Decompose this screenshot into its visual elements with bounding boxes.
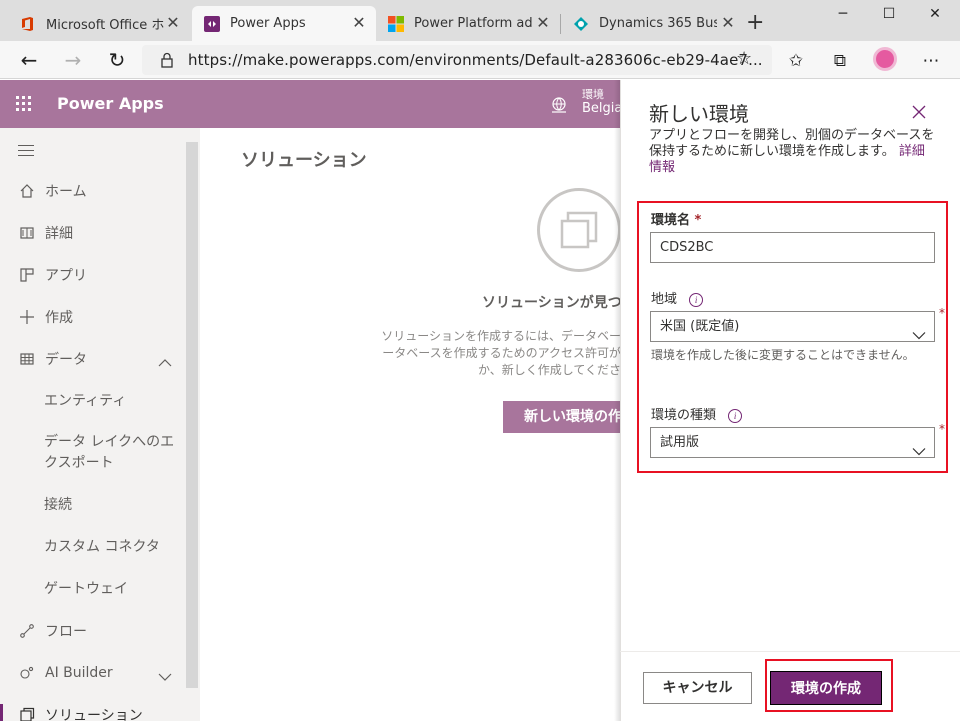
plus-icon: [18, 308, 36, 326]
environment-label: 環境: [582, 88, 604, 101]
solutions-icon: [18, 706, 36, 721]
refresh-icon[interactable]: ↻: [106, 49, 128, 71]
region-label: 地域 i: [651, 288, 704, 307]
create-environment-button[interactable]: 環境の作成: [770, 671, 882, 705]
required-mark: *: [694, 213, 702, 228]
required-mark: *: [939, 306, 945, 320]
waffle-icon[interactable]: [16, 96, 32, 112]
browser-tab-admin[interactable]: Power Platform admin ✕: [376, 6, 560, 41]
browser-toolbar: ← → ↻ https://make.powerapps.com/environ…: [0, 41, 960, 79]
hamburger-icon[interactable]: [18, 145, 34, 160]
close-icon[interactable]: [911, 104, 927, 120]
close-icon[interactable]: ✕: [719, 14, 737, 32]
panel-footer-divider: [620, 651, 960, 652]
chevron-down-icon: [912, 438, 926, 467]
env-name-input[interactable]: CDS2BC: [650, 232, 935, 263]
sidebar-item-data-lake-export[interactable]: データ レイクへのエ クスポート: [44, 432, 174, 474]
sidebar-item-connections[interactable]: 接続: [44, 495, 72, 516]
panel-title: 新しい環境: [649, 102, 749, 126]
new-environment-button[interactable]: 新しい環境の作: [503, 401, 621, 433]
sidebar-item-entities[interactable]: エンティティ: [44, 391, 126, 412]
new-tab-button[interactable]: +: [746, 12, 764, 34]
table-icon: [18, 350, 36, 368]
sidebar-item-flows[interactable]: フロー: [0, 610, 186, 652]
dynamics-icon: [573, 16, 589, 32]
info-icon[interactable]: i: [689, 292, 704, 307]
apps-icon: [18, 266, 36, 284]
empty-state-heading: ソリューションが見つ: [482, 295, 622, 311]
book-icon: [18, 224, 36, 242]
star-icon[interactable]: ☆: [736, 48, 752, 69]
minimize-button[interactable]: ─: [820, 6, 866, 26]
chevron-down-icon[interactable]: [158, 667, 172, 686]
back-arrow-icon[interactable]: ←: [18, 49, 40, 71]
region-hint: 環境を作成した後に変更することはできません。: [651, 348, 915, 362]
cancel-button[interactable]: キャンセル: [643, 672, 752, 704]
chevron-up-icon[interactable]: [158, 353, 172, 372]
home-icon: [18, 182, 36, 200]
close-icon[interactable]: ✕: [164, 14, 182, 32]
globe-icon: [550, 96, 568, 118]
lock-icon: [160, 52, 174, 72]
more-icon[interactable]: ⋯: [920, 50, 942, 72]
env-name-label: 環境名 *: [651, 213, 702, 228]
favorites-icon[interactable]: ✩: [785, 50, 807, 72]
empty-state-text: ソリューションを作成するには、データベー ータベースを作成するためのアクセス許可…: [381, 329, 621, 377]
browser-tab-powerapps[interactable]: Power Apps ✕: [192, 6, 376, 41]
window-close-button[interactable]: ✕: [912, 6, 958, 26]
region-dropdown[interactable]: 米国 (既定値): [650, 311, 935, 342]
sidebar-item-gateways[interactable]: ゲートウェイ: [44, 579, 128, 600]
info-icon[interactable]: i: [728, 408, 743, 423]
close-icon[interactable]: ✕: [534, 14, 552, 32]
sidebar-item-home[interactable]: ホーム: [0, 170, 186, 212]
app-name[interactable]: Power Apps: [57, 94, 164, 113]
browser-tab-strip: Microsoft Office ホーム ✕ Power Apps ✕ Powe…: [0, 0, 960, 41]
sidebar-item-learn[interactable]: 詳細: [0, 212, 186, 254]
ai-builder-icon: [18, 664, 36, 682]
sidebar-scrollbar[interactable]: [186, 142, 198, 688]
office-icon: [20, 16, 36, 32]
collections-icon[interactable]: ⧉: [829, 50, 851, 72]
sidebar-item-custom-connectors[interactable]: カスタム コネクタ: [44, 537, 160, 558]
required-mark: *: [939, 422, 945, 436]
microsoft-icon: [388, 15, 404, 32]
env-type-dropdown[interactable]: 試用版: [650, 427, 935, 458]
flow-icon: [18, 622, 36, 640]
sidebar-item-solutions[interactable]: ソリューション: [0, 694, 186, 721]
sidebar-item-create[interactable]: 作成: [0, 296, 186, 338]
browser-tab-dynamics[interactable]: Dynamics 365 Busines ✕: [561, 6, 745, 41]
panel-description: アプリとフローを開発し、別個のデータベースを保持するために新しい環境を作成します…: [649, 128, 935, 175]
empty-state-illustration: [537, 188, 621, 272]
forward-arrow-icon[interactable]: →: [62, 49, 84, 71]
close-icon[interactable]: ✕: [350, 14, 368, 32]
maximize-button[interactable]: ☐: [866, 6, 912, 26]
profile-avatar[interactable]: [873, 47, 897, 71]
sidebar-item-apps[interactable]: アプリ: [0, 254, 186, 296]
browser-tab-office[interactable]: Microsoft Office ホーム ✕: [8, 6, 190, 41]
url-text: https://make.powerapps.com/environments/…: [188, 51, 763, 69]
env-type-label: 環境の種類 i: [651, 404, 743, 423]
powerapps-icon: [204, 15, 220, 32]
address-bar[interactable]: https://make.powerapps.com/environments/…: [142, 45, 772, 75]
page-title: ソリューション: [241, 150, 367, 171]
